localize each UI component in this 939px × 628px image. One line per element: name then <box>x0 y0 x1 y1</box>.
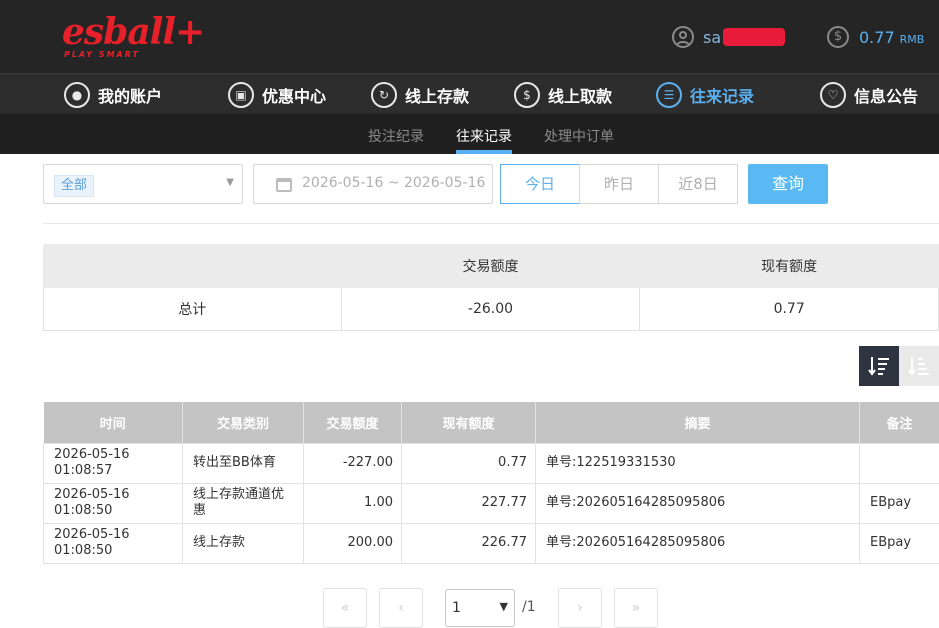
nav-label: 信息公告 <box>854 83 918 107</box>
page-select[interactable]: 1 ▼ <box>445 589 515 627</box>
user-icon: ● <box>64 82 90 108</box>
table-row: 2026-05-16 01:08:57 转出至BB体育 -227.00 0.77… <box>44 443 939 483</box>
tab-transactions[interactable]: 往来记录 <box>456 126 512 146</box>
logo-text: esball+ <box>62 12 204 52</box>
main-nav: ● 我的账户 ▣ 优惠中心 ↻ 线上存款 $ 线上取款 ☰ 往来记录 ♡ 信息公… <box>0 73 939 114</box>
query-button[interactable]: 查询 <box>748 164 828 204</box>
cell-balance: 0.77 <box>402 443 536 483</box>
nav-announcements[interactable]: ♡ 信息公告 <box>820 80 918 110</box>
dollar-icon: $ <box>827 26 849 48</box>
page-total: /1 <box>522 599 536 615</box>
cell-time: 2026-05-16 01:08:50 <box>44 523 183 563</box>
logo-tagline: PLAY SMART <box>64 50 140 59</box>
records-header-row: 时间 交易类别 交易额度 现有额度 摘要 备注 <box>44 402 939 443</box>
sort-desc-button[interactable] <box>859 346 899 386</box>
table-row: 2026-05-16 01:08:50 线上存款 200.00 226.77 单… <box>44 523 939 563</box>
cell-type: 转出至BB体育 <box>183 443 304 483</box>
nav-my-account[interactable]: ● 我的账户 <box>64 80 162 110</box>
cell-type: 线上存款通道优惠 <box>183 483 304 523</box>
summary-header-cell <box>44 245 342 288</box>
cell-remark: EBpay <box>860 483 939 523</box>
summary-header-cell: 交易额度 <box>341 245 640 288</box>
brand-logo[interactable]: esball+ PLAY SMART <box>62 12 172 60</box>
date-range-text: 2026-05-16 ~ 2026-05-16 <box>302 175 485 191</box>
nav-withdraw[interactable]: $ 线上取款 <box>514 80 612 110</box>
sub-nav: 投注纪录 往来记录 处理中订单 <box>0 114 939 154</box>
deposit-icon: ↻ <box>371 82 397 108</box>
nav-deposit[interactable]: ↻ 线上存款 <box>371 80 469 110</box>
redaction-mark <box>723 28 785 46</box>
type-tag: 全部 <box>54 175 94 197</box>
top-bar: esball+ PLAY SMART sa $ 0.77 RMB <box>0 0 939 73</box>
nav-promotions[interactable]: ▣ 优惠中心 <box>228 80 326 110</box>
user-info[interactable]: sa <box>672 25 785 49</box>
page-select-value: 1 <box>452 600 461 616</box>
tab-bet-records[interactable]: 投注纪录 <box>368 126 424 146</box>
active-tab-indicator <box>456 150 512 154</box>
table-row: 2026-05-16 01:08:50 线上存款通道优惠 1.00 227.77… <box>44 483 939 523</box>
cell-remark: EBpay <box>860 523 939 563</box>
records-icon: ☰ <box>656 82 682 108</box>
today-button[interactable]: 今日 <box>500 164 580 204</box>
summary-cell: -26.00 <box>341 288 640 331</box>
sort-asc-button[interactable] <box>899 346 939 386</box>
summary-total-row: 总计 -26.00 0.77 <box>44 288 939 331</box>
user-icon <box>672 26 694 48</box>
calendar-icon <box>276 178 292 192</box>
gift-icon: ▣ <box>228 82 254 108</box>
summary-header-cell: 现有额度 <box>640 245 939 288</box>
chevron-down-icon: ▼ <box>500 600 508 613</box>
cell-balance: 227.77 <box>402 483 536 523</box>
cell-amount: -227.00 <box>304 443 402 483</box>
nav-records[interactable]: ☰ 往来记录 <box>656 80 754 110</box>
last-page-button[interactable]: » <box>614 588 658 628</box>
balance-display: $ 0.77 RMB <box>827 25 924 49</box>
cell-remark <box>860 443 939 483</box>
summary-table: 交易额度 现有额度 总计 -26.00 0.77 <box>43 244 939 331</box>
cell-amount: 200.00 <box>304 523 402 563</box>
nav-label: 优惠中心 <box>262 83 326 107</box>
withdraw-icon: $ <box>514 82 540 108</box>
type-select[interactable]: 全部 ▼ <box>43 164 243 204</box>
cell-time: 2026-05-16 01:08:57 <box>44 443 183 483</box>
cell-amount: 1.00 <box>304 483 402 523</box>
nav-label: 线上存款 <box>405 83 469 107</box>
col-type[interactable]: 交易类别 <box>183 402 304 443</box>
sort-desc-icon <box>867 354 891 378</box>
summary-header-row: 交易额度 现有额度 <box>44 245 939 288</box>
sort-asc-icon <box>907 354 931 378</box>
col-summary[interactable]: 摘要 <box>536 402 860 443</box>
balance-value: 0.77 <box>859 28 895 47</box>
balance-currency: RMB <box>900 33 925 46</box>
yesterday-button[interactable]: 昨日 <box>579 164 659 204</box>
cell-balance: 226.77 <box>402 523 536 563</box>
prev-page-button[interactable]: ‹ <box>379 588 423 628</box>
divider <box>43 223 939 224</box>
date-range-input[interactable]: 2026-05-16 ~ 2026-05-16 <box>253 164 493 204</box>
tab-pending-orders[interactable]: 处理中订单 <box>544 126 614 146</box>
cell-summary: 单号:122519331530 <box>536 443 860 483</box>
col-remark[interactable]: 备注 <box>860 402 939 443</box>
username: sa <box>703 28 721 47</box>
first-page-button[interactable]: « <box>323 588 367 628</box>
last-8-days-button[interactable]: 近8日 <box>658 164 738 204</box>
nav-label: 线上取款 <box>548 83 612 107</box>
cell-type: 线上存款 <box>183 523 304 563</box>
col-time[interactable]: 时间 <box>44 402 183 443</box>
cell-time: 2026-05-16 01:08:50 <box>44 483 183 523</box>
summary-cell: 总计 <box>44 288 342 331</box>
records-table: 时间 交易类别 交易额度 现有额度 摘要 备注 2026-05-16 01:08… <box>43 402 939 564</box>
nav-label: 往来记录 <box>690 83 754 107</box>
next-page-button[interactable]: › <box>558 588 602 628</box>
cell-summary: 单号:202605164285095806 <box>536 523 860 563</box>
chevron-down-icon: ▼ <box>226 177 234 188</box>
summary-cell: 0.77 <box>640 288 939 331</box>
col-amount[interactable]: 交易额度 <box>304 402 402 443</box>
nav-label: 我的账户 <box>98 83 162 107</box>
cell-summary: 单号:202605164285095806 <box>536 483 860 523</box>
col-balance[interactable]: 现有额度 <box>402 402 536 443</box>
bell-icon: ♡ <box>820 82 846 108</box>
